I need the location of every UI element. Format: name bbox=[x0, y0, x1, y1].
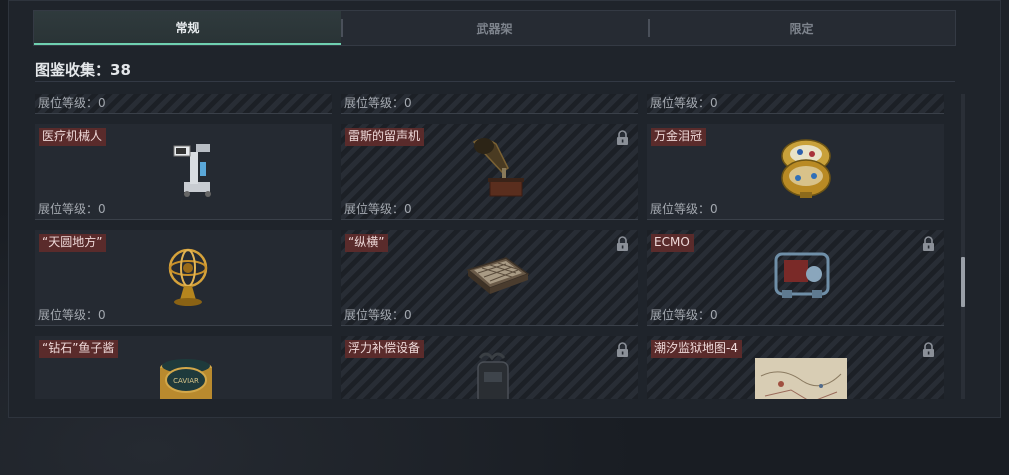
lock-icon bbox=[617, 342, 628, 357]
level-label: 展位等级： bbox=[650, 96, 711, 110]
chessboard-icon bbox=[465, 257, 530, 294]
collection-count-title: 图鉴收集：38 bbox=[35, 59, 131, 80]
caviar-tin-icon: CAVIAR bbox=[159, 359, 212, 399]
level-value: 0 bbox=[710, 96, 718, 110]
display-level: 展位等级：0 bbox=[38, 200, 106, 217]
item-card-gramophone[interactable]: 雷斯的留声机 展位等级：0 bbox=[341, 124, 638, 220]
item-card-armillary-sphere[interactable]: “天圆地方” 展位等级：0 bbox=[35, 230, 332, 326]
level-value: 0 bbox=[98, 202, 106, 216]
level-label: 展位等级： bbox=[344, 96, 405, 110]
tab-regular[interactable]: 常规 bbox=[34, 11, 341, 45]
level-label: 展位等级： bbox=[650, 202, 711, 216]
item-name: 雷斯的留声机 bbox=[345, 128, 425, 146]
item-name: ECMO bbox=[651, 234, 694, 252]
medical-robot-icon bbox=[173, 144, 211, 197]
display-level: 展位等级：0 bbox=[344, 94, 412, 111]
item-name: “天圆地方” bbox=[39, 234, 107, 252]
level-label: 展位等级： bbox=[650, 308, 711, 322]
tab-limited[interactable]: 限定 bbox=[648, 11, 955, 45]
tab-weapon-rack[interactable]: 武器架 bbox=[341, 11, 648, 45]
level-value: 0 bbox=[404, 96, 412, 110]
level-value: 0 bbox=[404, 308, 412, 322]
level-value: 0 bbox=[404, 202, 412, 216]
caviar-label: CAVIAR bbox=[173, 377, 199, 385]
level-label: 展位等级： bbox=[38, 202, 99, 216]
level-label: 展位等级： bbox=[344, 202, 405, 216]
jeweled-egg-icon bbox=[780, 139, 831, 198]
item-name: 医疗机械人 bbox=[39, 128, 107, 146]
divider bbox=[35, 81, 955, 82]
ecmo-machine-icon bbox=[774, 252, 829, 298]
item-grid-viewport: 展位等级：0 展位等级：0 展位等级：0 医疗机械人 展位等级：0 雷斯的留声机… bbox=[35, 94, 953, 399]
item-card-caviar[interactable]: “钻石”鱼子酱 CAVIAR bbox=[35, 336, 332, 399]
item-name: “纵横” bbox=[345, 234, 389, 252]
item-card-buoyancy-device[interactable]: 浮力补偿设备 bbox=[341, 336, 638, 399]
collection-label: 图鉴收集： bbox=[35, 61, 111, 79]
level-label: 展位等级： bbox=[38, 308, 99, 322]
level-value: 0 bbox=[710, 202, 718, 216]
armillary-sphere-icon bbox=[168, 248, 207, 306]
display-level: 展位等级：0 bbox=[650, 200, 718, 217]
item-card-jeweled-egg[interactable]: 万金泪冠 展位等级：0 bbox=[647, 124, 944, 220]
scroll-thumb[interactable] bbox=[961, 257, 965, 307]
lock-icon bbox=[617, 236, 628, 251]
display-level: 展位等级：0 bbox=[38, 306, 106, 323]
item-card-medical-robot[interactable]: 医疗机械人 展位等级：0 bbox=[35, 124, 332, 220]
level-value: 0 bbox=[710, 308, 718, 322]
display-level: 展位等级：0 bbox=[344, 200, 412, 217]
item-name: “钻石”鱼子酱 bbox=[39, 340, 119, 358]
display-level: 展位等级：0 bbox=[38, 94, 106, 111]
display-level: 展位等级：0 bbox=[344, 306, 412, 323]
level-label: 展位等级： bbox=[38, 96, 99, 110]
tab-bar: 常规 武器架 限定 bbox=[33, 10, 956, 46]
gramophone-icon bbox=[472, 138, 524, 197]
display-level: 展位等级：0 bbox=[650, 306, 718, 323]
item-name: 潮汐监狱地图-4 bbox=[651, 340, 742, 358]
lock-icon bbox=[617, 130, 628, 145]
level-value: 0 bbox=[98, 96, 106, 110]
item-name: 万金泪冠 bbox=[651, 128, 707, 146]
item-grid: 展位等级：0 展位等级：0 展位等级：0 医疗机械人 展位等级：0 雷斯的留声机… bbox=[35, 94, 953, 399]
item-card-prison-map[interactable]: 潮汐监狱地图-4 bbox=[647, 336, 944, 399]
item-card[interactable]: 展位等级：0 bbox=[647, 94, 944, 114]
lock-icon bbox=[923, 236, 934, 251]
item-card[interactable]: 展位等级：0 bbox=[35, 94, 332, 114]
prison-map-icon bbox=[754, 358, 847, 399]
item-name: 浮力补偿设备 bbox=[345, 340, 425, 358]
level-label: 展位等级： bbox=[344, 308, 405, 322]
item-card-chessboard[interactable]: “纵横” 展位等级：0 bbox=[341, 230, 638, 326]
display-level: 展位等级：0 bbox=[650, 94, 718, 111]
scrollbar[interactable] bbox=[961, 94, 965, 399]
item-card[interactable]: 展位等级：0 bbox=[341, 94, 638, 114]
lock-icon bbox=[923, 342, 934, 357]
item-card-ecmo[interactable]: ECMO 展位等级：0 bbox=[647, 230, 944, 326]
level-value: 0 bbox=[98, 308, 106, 322]
buoyancy-device-icon bbox=[476, 352, 509, 399]
collection-count: 38 bbox=[110, 61, 131, 79]
